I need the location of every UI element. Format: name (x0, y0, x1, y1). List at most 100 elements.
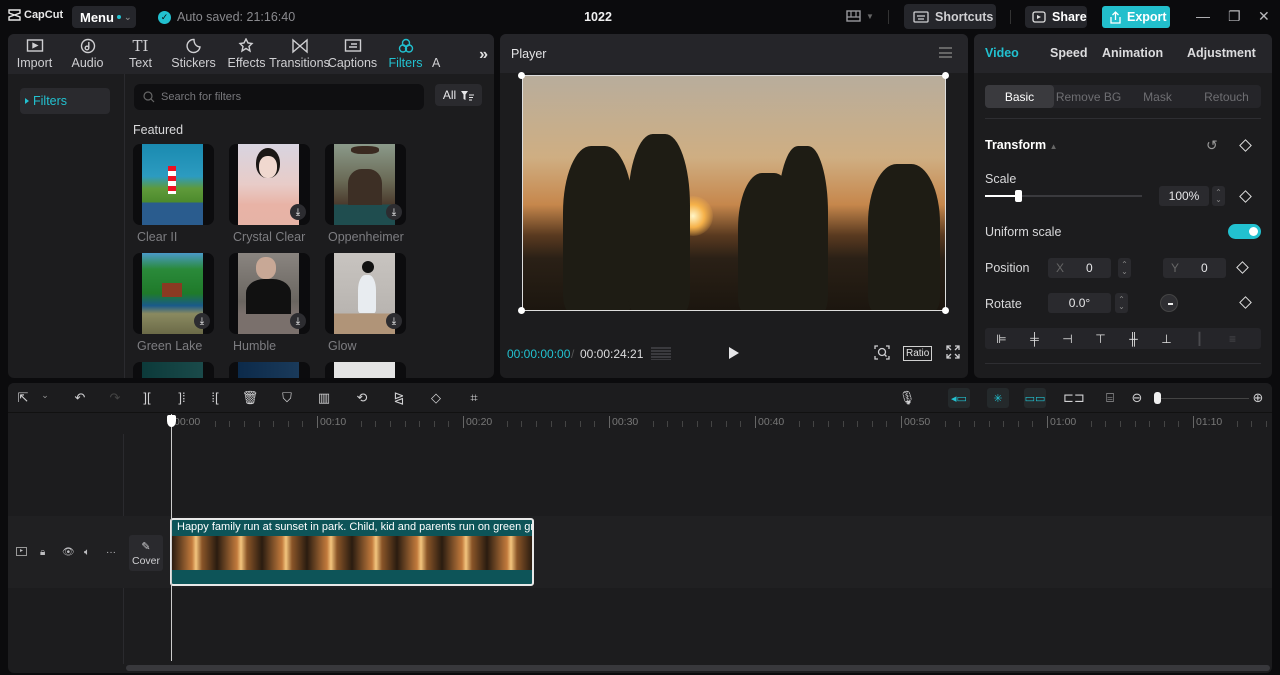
reset-icon[interactable]: ↺ (1206, 137, 1218, 154)
rotate-stepper[interactable]: ⌃ ⌄ (1115, 293, 1128, 313)
position-y-input[interactable]: Y 0 (1163, 258, 1226, 278)
transform-section-title[interactable]: Transform ▲ (985, 138, 1058, 152)
split-right-icon[interactable]: ⁞[ (206, 390, 224, 405)
filter-card[interactable] (325, 362, 406, 378)
timecode-format-icon[interactable] (651, 347, 671, 360)
scale-input[interactable]: 100% (1159, 186, 1209, 206)
shortcuts-button[interactable]: Shortcuts (904, 4, 996, 29)
download-icon[interactable]: ⤓ (386, 204, 402, 220)
tab-adjustment[interactable]: Adjustment (1187, 46, 1256, 60)
tab-text[interactable]: TI Text (114, 34, 167, 74)
subtab-mask[interactable]: Mask (1123, 85, 1192, 108)
export-button[interactable]: Export (1102, 6, 1170, 28)
rotate-icon[interactable]: ◇ (427, 390, 445, 406)
split-preview-icon[interactable]: ⊏⊐ (1063, 390, 1085, 406)
lock-icon[interactable]: 🔒︎ (40, 547, 45, 558)
filter-card[interactable] (229, 362, 310, 378)
position-x-stepper[interactable]: ⌃ ⌄ (1118, 258, 1131, 278)
uniform-scale-toggle[interactable] (1228, 224, 1261, 239)
resize-handle[interactable] (942, 72, 949, 79)
align-center-vertical-icon[interactable]: ╫ (1117, 332, 1150, 346)
tab-import[interactable]: Import (8, 34, 61, 74)
keyframe-icon[interactable] (1239, 296, 1252, 309)
align-left-icon[interactable]: ⊫ (985, 332, 1018, 346)
download-icon[interactable]: ⤓ (290, 204, 306, 220)
tab-speed[interactable]: Speed (1050, 46, 1088, 60)
linkage-icon[interactable]: ▭▭ (1024, 388, 1046, 408)
position-x-input[interactable]: X 0 (1048, 258, 1111, 278)
filter-card[interactable]: ⤓ (325, 253, 406, 334)
timeline-zoom-knob[interactable] (1154, 392, 1161, 404)
scale-stepper[interactable]: ⌃ ⌄ (1212, 186, 1225, 206)
subtab-basic[interactable]: Basic (985, 85, 1054, 108)
fullscreen-icon[interactable] (946, 345, 960, 362)
keyframe-icon[interactable] (1239, 190, 1252, 203)
video-preview[interactable] (522, 75, 946, 311)
minimize-button[interactable]: — (1196, 8, 1210, 24)
timeline-zoom-slider[interactable] (1159, 398, 1249, 399)
playhead-handle[interactable] (167, 415, 176, 427)
align-top-icon[interactable]: ⊤ (1084, 332, 1117, 346)
resize-handle[interactable] (518, 307, 525, 314)
tab-captions[interactable]: Captions (326, 34, 379, 74)
microphone-icon[interactable]: 🎙︎ (898, 390, 916, 406)
filter-dropdown[interactable]: All (435, 84, 482, 106)
main-track-magnet-icon[interactable]: ◂▭ (948, 388, 970, 408)
preview-axis-icon[interactable]: ⌸ (1101, 390, 1119, 406)
freeze-icon[interactable]: ▥ (315, 390, 333, 406)
select-tool-icon[interactable]: ⇱ (14, 390, 32, 406)
undo-icon[interactable]: ↶ (71, 390, 89, 406)
zoom-in-icon[interactable]: ⊕ (1249, 390, 1267, 406)
filter-card[interactable] (133, 144, 214, 225)
filter-card[interactable] (133, 362, 214, 378)
tab-effects[interactable]: Effects (220, 34, 273, 74)
filter-card[interactable]: ⤓ (229, 253, 310, 334)
close-button[interactable]: ✕ (1258, 8, 1270, 25)
share-button[interactable]: Share (1025, 6, 1087, 28)
tab-audio[interactable]: Audio (61, 34, 114, 74)
hamburger-menu-icon[interactable] (939, 47, 952, 58)
auto-snap-icon[interactable]: ✳ (987, 388, 1009, 408)
reverse-icon[interactable]: ⟲ (353, 390, 371, 406)
sidebar-item-filters[interactable]: Filters (20, 88, 110, 114)
resize-handle[interactable] (518, 72, 525, 79)
video-clip[interactable]: Happy family run at sunset in park. Chil… (170, 518, 534, 586)
download-icon[interactable]: ⤓ (194, 313, 210, 329)
playhead[interactable] (171, 414, 172, 661)
play-button[interactable] (729, 347, 739, 359)
crop-icon[interactable]: ⌗ (465, 390, 483, 406)
align-center-horizontal-icon[interactable]: ╪ (1018, 332, 1051, 346)
search-input[interactable]: Search for filters (134, 84, 424, 110)
scale-slider-track[interactable] (985, 190, 1142, 202)
chevron-down-icon[interactable]: ⌄ (36, 390, 54, 401)
split-icon[interactable]: ][ (138, 390, 156, 405)
ratio-button[interactable]: Ratio (903, 346, 933, 361)
filter-card[interactable]: ⤓ (325, 144, 406, 225)
rotate-dial[interactable] (1160, 294, 1178, 312)
subtab-remove-bg[interactable]: Remove BG (1054, 85, 1123, 108)
timeline-scrollbar[interactable] (126, 665, 1270, 671)
maximize-button[interactable]: ❐ (1228, 8, 1241, 25)
filter-card[interactable]: ⤓ (133, 253, 214, 334)
timeline-ruler[interactable]: 00:00 00:10 00:20 00:30 00:40 00:50 01:00 01:10 (8, 414, 1272, 434)
scale-slider-knob[interactable] (1014, 190, 1022, 202)
split-left-icon[interactable]: ]⁞ (173, 390, 191, 405)
filter-card[interactable]: ⤓ (229, 144, 310, 225)
resize-handle[interactable] (942, 307, 949, 314)
tab-animation[interactable]: Animation (1102, 46, 1163, 60)
download-icon[interactable]: ⤓ (290, 313, 306, 329)
tab-stickers[interactable]: Stickers (167, 34, 220, 74)
more-icon[interactable]: ··· (106, 547, 116, 558)
more-tabs-icon[interactable]: » (479, 46, 488, 64)
rotate-input[interactable]: 0.0° (1048, 293, 1111, 313)
align-bottom-icon[interactable]: ⊥ (1150, 332, 1183, 346)
tab-transitions[interactable]: Transitions (269, 34, 330, 74)
layout-button[interactable]: ▼ (846, 10, 874, 22)
keyframe-icon[interactable] (1236, 261, 1249, 274)
zoom-preview-icon[interactable] (874, 345, 890, 363)
delete-icon[interactable]: 🗑︎ (241, 390, 259, 406)
keyframe-icon[interactable] (1239, 139, 1252, 152)
subtab-retouch[interactable]: Retouch (1192, 85, 1261, 108)
tab-filters[interactable]: Filters (379, 34, 432, 74)
tab-adjustment[interactable]: A (432, 34, 452, 74)
